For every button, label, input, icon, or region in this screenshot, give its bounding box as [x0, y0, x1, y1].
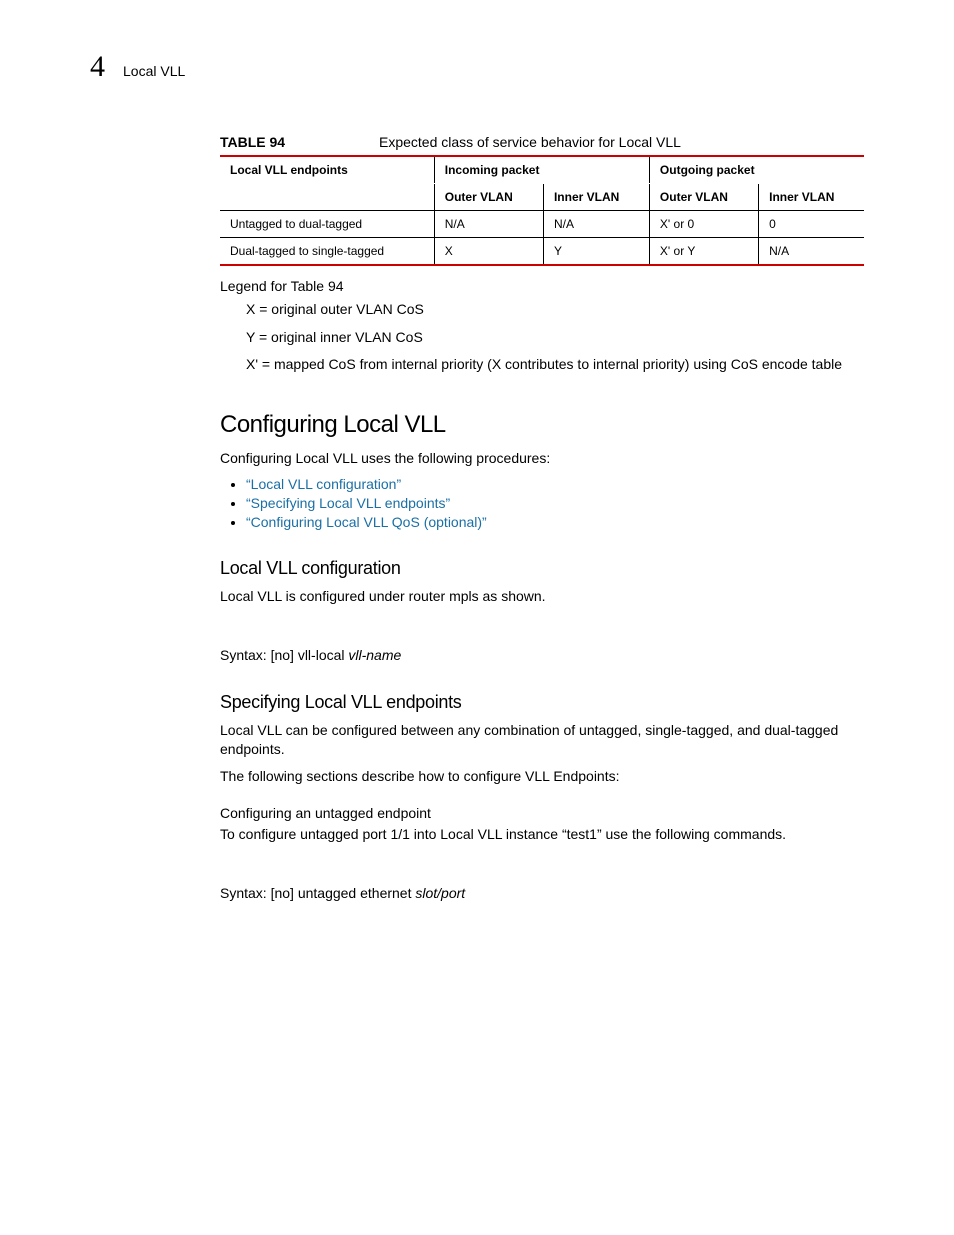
endpoints-p2: The following sections describe how to c…: [220, 767, 864, 786]
col-incoming: Incoming packet: [434, 156, 649, 184]
table-cell: Untagged to dual-tagged: [220, 211, 434, 238]
heading-specifying-endpoints: Specifying Local VLL endpoints: [220, 692, 864, 713]
col-in-outer: Outer VLAN: [434, 184, 543, 211]
legend-block: Legend for Table 94 X = original outer V…: [220, 278, 864, 375]
cfg-untagged-title: Configuring an untagged endpoint: [220, 804, 864, 823]
legend-item: X = original outer VLAN CoS: [246, 300, 864, 320]
config-intro: Configuring Local VLL uses the following…: [220, 449, 864, 468]
link-local-vll-config[interactable]: “Local VLL configuration”: [246, 476, 401, 492]
cos-table: Local VLL endpoints Incoming packet Outg…: [220, 155, 864, 266]
table-cell: N/A: [759, 238, 864, 266]
heading-local-vll-configuration: Local VLL configuration: [220, 558, 864, 579]
list-item: “Local VLL configuration”: [246, 476, 864, 492]
page-header: 4 Local VLL: [90, 50, 864, 84]
cfg-untagged-body: To configure untagged port 1/1 into Loca…: [220, 825, 864, 844]
table-cell: X: [434, 238, 543, 266]
table-cell: N/A: [434, 211, 543, 238]
config-links-list: “Local VLL configuration” “Specifying Lo…: [220, 476, 864, 530]
heading-configuring-local-vll: Configuring Local VLL: [220, 411, 864, 439]
endpoints-p1: Local VLL can be configured between any …: [220, 721, 864, 759]
syntax-arg: slot/port: [415, 885, 465, 901]
table-label: TABLE 94: [220, 134, 285, 150]
syntax-untagged-ethernet: Syntax: [no] untagged ethernet slot/port: [220, 884, 864, 903]
syntax-vll-local: Syntax: [no] vll-local vll-name: [220, 646, 864, 665]
col-outgoing: Outgoing packet: [649, 156, 864, 184]
table-cell: Dual-tagged to single-tagged: [220, 238, 434, 266]
col-endpoints: Local VLL endpoints: [220, 156, 434, 211]
table-cell: X' or 0: [649, 211, 758, 238]
syntax-prefix: Syntax: [no] vll-local: [220, 647, 348, 663]
col-out-inner: Inner VLAN: [759, 184, 864, 211]
list-item: “Specifying Local VLL endpoints”: [246, 495, 864, 511]
localcfg-body: Local VLL is configured under router mpl…: [220, 587, 864, 606]
col-in-inner: Inner VLAN: [543, 184, 649, 211]
chapter-number: 4: [90, 50, 105, 84]
syntax-arg: vll-name: [348, 647, 401, 663]
table-cell: X' or Y: [649, 238, 758, 266]
table-caption-text: Expected class of service behavior for L…: [379, 134, 681, 150]
table-caption: TABLE 94 Expected class of service behav…: [220, 134, 864, 150]
section-title: Local VLL: [123, 63, 185, 79]
syntax-prefix: Syntax: [no] untagged ethernet: [220, 885, 415, 901]
legend-item: X' = mapped CoS from internal priority (…: [246, 355, 864, 375]
col-out-outer: Outer VLAN: [649, 184, 758, 211]
table-cell: 0: [759, 211, 864, 238]
legend-title: Legend for Table 94: [220, 278, 864, 294]
link-specify-endpoints[interactable]: “Specifying Local VLL endpoints”: [246, 495, 450, 511]
table-cell: N/A: [543, 211, 649, 238]
list-item: “Configuring Local VLL QoS (optional)”: [246, 514, 864, 530]
legend-item: Y = original inner VLAN CoS: [246, 328, 864, 348]
main-content: TABLE 94 Expected class of service behav…: [220, 134, 864, 903]
link-config-qos[interactable]: “Configuring Local VLL QoS (optional)”: [246, 514, 487, 530]
table-cell: Y: [543, 238, 649, 266]
